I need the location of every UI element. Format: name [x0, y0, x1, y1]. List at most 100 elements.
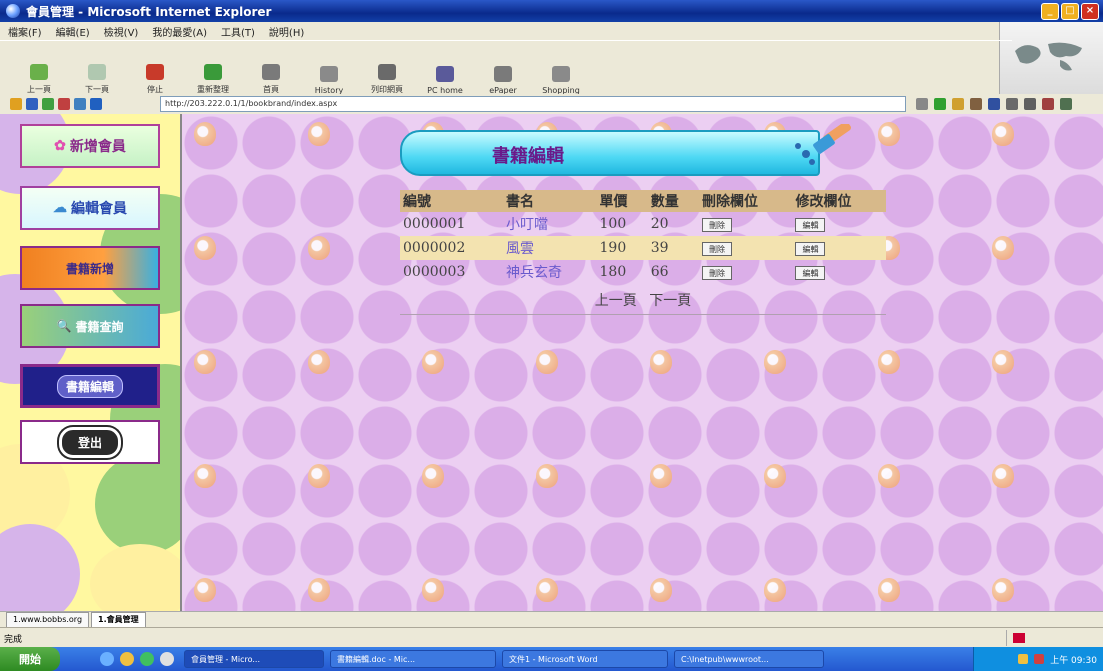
world-map-icon — [1015, 42, 1082, 71]
menu-file[interactable]: 檔案(F) — [8, 24, 42, 39]
apple-icon — [308, 578, 330, 602]
delete-button[interactable]: 刪除 — [702, 266, 733, 281]
mail-tool-icon[interactable] — [952, 98, 964, 110]
apple-icon — [764, 578, 786, 602]
forward-button[interactable]: 下一頁 — [70, 47, 124, 95]
apple-icon — [422, 464, 444, 488]
menu-tools[interactable]: 工具(T) — [221, 24, 255, 39]
dropdown-icon[interactable] — [916, 98, 928, 110]
home-button[interactable]: 首頁 — [244, 47, 298, 95]
menu-view[interactable]: 檢視(V) — [104, 24, 139, 39]
print-button[interactable]: 列印網頁 — [360, 47, 414, 95]
network-icon[interactable] — [1034, 654, 1045, 664]
shopping-button[interactable]: Shopping — [534, 47, 588, 95]
sidebar-item-add-member[interactable]: ✿ 新增會員 — [20, 124, 160, 168]
apple-icon — [878, 350, 900, 374]
pchome-icon — [436, 66, 454, 82]
start-button[interactable]: 開始 — [0, 647, 60, 671]
apple-icon — [650, 350, 672, 374]
cell-qty: 39 — [647, 236, 700, 260]
sidebar-item-logout[interactable]: 登出 — [20, 420, 160, 464]
tab-bobbs[interactable]: 1.www.bobbs.org — [6, 612, 90, 628]
task-member-admin[interactable]: 會員管理 - Micro... — [184, 650, 324, 668]
outlook-quick-icon[interactable] — [160, 652, 174, 666]
task-book-doc[interactable]: 書籍編輯.doc - Mic... — [330, 650, 496, 668]
cell-id: 0000003 — [403, 264, 466, 280]
mail-icon[interactable] — [42, 98, 54, 110]
cell-name: 風雲 — [503, 236, 597, 260]
apple-icon — [878, 464, 900, 488]
flower-icon: ✿ — [54, 138, 66, 154]
delete-button[interactable]: 刪除 — [702, 218, 733, 233]
apple-icon — [992, 236, 1014, 260]
desktop-quick-icon[interactable] — [120, 652, 134, 666]
edit-button[interactable]: 編輯 — [795, 266, 826, 281]
sidebar-item-edit-member[interactable]: ☁ 編輯會員 — [20, 186, 160, 230]
ie-throbber-logo — [999, 22, 1103, 94]
epaper-button[interactable]: ePaper — [476, 47, 530, 95]
research-icon[interactable] — [1024, 98, 1036, 110]
close-button[interactable]: × — [1081, 3, 1099, 20]
minimize-button[interactable]: _ — [1041, 3, 1059, 20]
table-row: 0000002 風雲 190 39 刪除 編輯 — [400, 236, 886, 260]
media-quick-icon[interactable] — [140, 652, 154, 666]
task-word-doc[interactable]: 文件1 - Microsoft Word — [502, 650, 668, 668]
favorites-icon[interactable] — [58, 98, 70, 110]
cell-id: 0000002 — [400, 236, 504, 260]
history-button[interactable]: History — [302, 47, 356, 95]
links-icon[interactable] — [10, 98, 22, 110]
cloud-icon: ☁ — [53, 200, 67, 216]
cell-price: 100 — [599, 216, 627, 232]
extra-icon[interactable] — [1060, 98, 1072, 110]
menu-favorites[interactable]: 我的最愛(A) — [152, 24, 207, 39]
go-icon[interactable] — [934, 98, 946, 110]
pchome-button[interactable]: PC home — [418, 47, 472, 95]
task-explorer[interactable]: C:\Inetpub\wwwroot... — [674, 650, 824, 668]
security-zone — [1006, 630, 1087, 646]
print-tool-icon[interactable] — [970, 98, 982, 110]
apple-icon — [992, 350, 1014, 374]
menu-edit[interactable]: 編輯(E) — [56, 24, 90, 39]
back-icon — [30, 64, 48, 80]
apple-icon — [422, 350, 444, 374]
window-title: 會員管理 - Microsoft Internet Explorer — [26, 4, 272, 19]
left-frame-nav: ✿ 新增會員 ☁ 編輯會員 書籍新增 🔍 書籍查詢 書籍編輯 登出 — [0, 114, 182, 611]
ie-quick-icon[interactable] — [100, 652, 114, 666]
system-tray: 上午 09:30 — [973, 647, 1103, 671]
col-edit: 修改欄位 — [792, 190, 886, 212]
apple-icon — [194, 236, 216, 260]
col-qty: 數量 — [647, 190, 700, 212]
sidebar-item-query-book[interactable]: 🔍 書籍查詢 — [20, 304, 160, 348]
volume-icon[interactable] — [1018, 654, 1029, 664]
clock: 上午 09:30 — [1050, 655, 1097, 666]
delete-button[interactable]: 刪除 — [702, 242, 733, 257]
menu-help[interactable]: 說明(H) — [269, 24, 304, 39]
epaper-icon — [494, 66, 512, 82]
apple-icon — [764, 464, 786, 488]
sidebar-item-edit-book[interactable]: 書籍編輯 — [20, 364, 160, 408]
table-row: 0000003 神兵玄奇 180 66 刪除 編輯 — [400, 260, 886, 284]
edit-button[interactable]: 編輯 — [795, 218, 826, 233]
tool-icon[interactable] — [1042, 98, 1054, 110]
home-icon — [262, 64, 280, 80]
media-icon[interactable] — [74, 98, 86, 110]
edit-tool-icon[interactable] — [988, 98, 1000, 110]
maximize-button[interactable]: □ — [1061, 3, 1079, 20]
apple-icon — [194, 464, 216, 488]
next-page-link[interactable]: 下一頁 — [649, 293, 691, 309]
stop-button[interactable]: 停止 — [128, 47, 182, 95]
main-frame: 書籍編輯 編號 書名 單價 數量 刪除欄位 修改欄位 0000001 小叮噹 1… — [182, 114, 1103, 611]
edit-button[interactable]: 編輯 — [795, 242, 826, 257]
apple-icon — [308, 350, 330, 374]
apple-icon — [194, 578, 216, 602]
back-button[interactable]: 上一頁 — [12, 47, 66, 95]
search-icon[interactable] — [26, 98, 38, 110]
tab-member-admin[interactable]: 1.會員管理 — [91, 612, 146, 628]
apple-icon — [536, 578, 558, 602]
apple-icon — [992, 578, 1014, 602]
messenger-icon[interactable] — [1006, 98, 1018, 110]
address-input[interactable]: http://203.222.0.1/1/bookbrand/index.asp… — [160, 96, 906, 112]
refresh-button[interactable]: 重新整理 — [186, 47, 240, 95]
prev-page-link[interactable]: 上一頁 — [595, 293, 637, 309]
sidebar-item-add-book[interactable]: 書籍新增 — [20, 246, 160, 290]
